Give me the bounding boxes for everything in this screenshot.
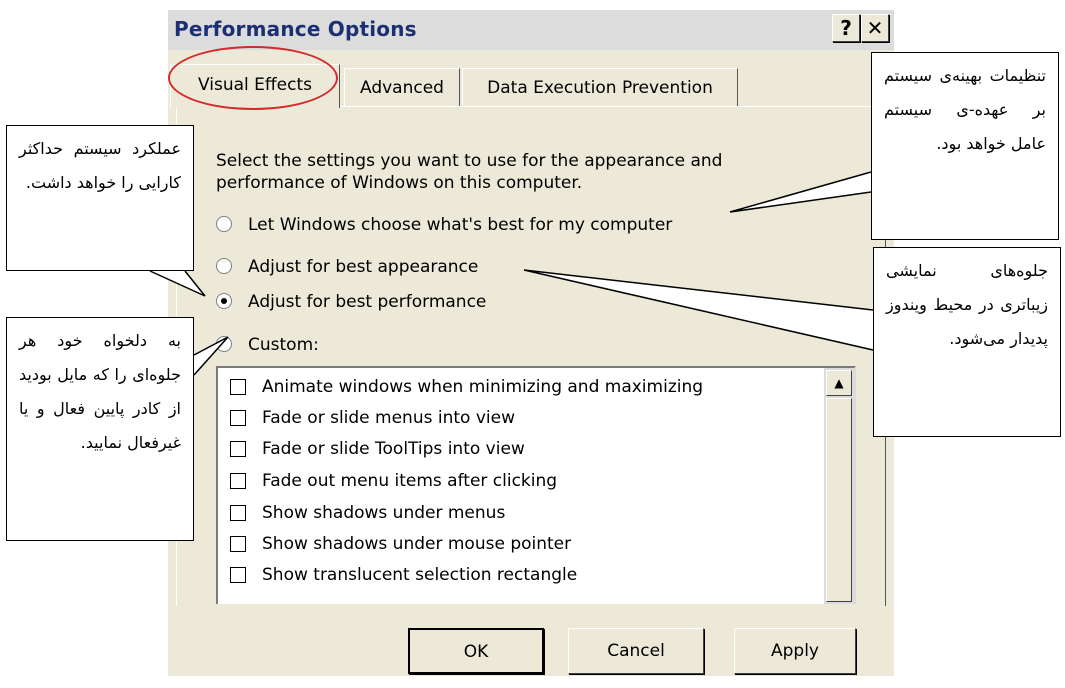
checkbox-label: Show translucent selection rectangle [262, 565, 578, 585]
radio-button[interactable] [216, 336, 232, 352]
callout-best-performance: عملکرد سیستم حداکثر کارایی را خواهد داشت… [6, 125, 194, 271]
radio-label: Adjust for best appearance [248, 257, 479, 277]
checkbox-label: Show shadows under mouse pointer [262, 534, 572, 554]
triangle-up-icon: ▲ [834, 376, 844, 390]
checkbox-label: Animate windows when minimizing and maxi… [262, 377, 704, 397]
help-button[interactable]: ? [832, 14, 860, 42]
callout-let-windows: تنظیمات بهینه‌ی سیستم بر عهده-ی سیستم عا… [871, 52, 1059, 240]
radio-label: Custom: [248, 335, 319, 355]
radio-label: Let Windows choose what's best for my co… [248, 215, 673, 235]
radio-label: Adjust for best performance [248, 292, 487, 312]
close-icon: ✕ [866, 16, 884, 40]
radio-button[interactable] [216, 258, 232, 274]
list-scrollbar[interactable]: ▲ [824, 368, 854, 604]
dialog-title: Performance Options [174, 17, 417, 41]
checkbox-label: Fade or slide ToolTips into view [262, 439, 525, 459]
scroll-up-button[interactable]: ▲ [826, 370, 852, 396]
checkbox[interactable] [230, 379, 246, 395]
title-bar[interactable]: Performance Options ? ✕ [168, 10, 894, 50]
callout-custom: به دلخواه خود هر جلوه‌ای را که مایل بودی… [6, 317, 194, 541]
visual-effects-list[interactable]: Animate windows when minimizing and maxi… [216, 366, 856, 604]
checkbox[interactable] [230, 536, 246, 552]
highlight-ellipse [168, 46, 338, 110]
tab-advanced[interactable]: Advanced [344, 68, 460, 106]
close-button[interactable]: ✕ [861, 14, 889, 42]
scroll-thumb[interactable] [826, 398, 852, 602]
radio-button[interactable] [216, 216, 232, 232]
callout-best-appearance: جلوه‌های نمایشی زیباتری در محیط ویندوز پ… [873, 247, 1061, 437]
performance-options-dialog: Performance Options ? ✕ Advanced Data Ex… [168, 10, 894, 676]
checkbox[interactable] [230, 505, 246, 521]
checkbox[interactable] [230, 473, 246, 489]
checkbox[interactable] [230, 441, 246, 457]
tab-data-execution-prevention[interactable]: Data Execution Prevention [462, 68, 738, 106]
checkbox[interactable] [230, 410, 246, 426]
cancel-button[interactable]: Cancel [568, 628, 704, 674]
checkbox[interactable] [230, 567, 246, 583]
ok-button[interactable]: OK [408, 628, 544, 674]
intro-text: Select the settings you want to use for … [216, 151, 723, 193]
checkbox-label: Show shadows under menus [262, 503, 506, 523]
radio-button-selected[interactable] [216, 293, 232, 309]
checkbox-label: Fade or slide menus into view [262, 408, 515, 428]
apply-button[interactable]: Apply [734, 628, 856, 674]
checkbox-label: Fade out menu items after clicking [262, 471, 558, 491]
